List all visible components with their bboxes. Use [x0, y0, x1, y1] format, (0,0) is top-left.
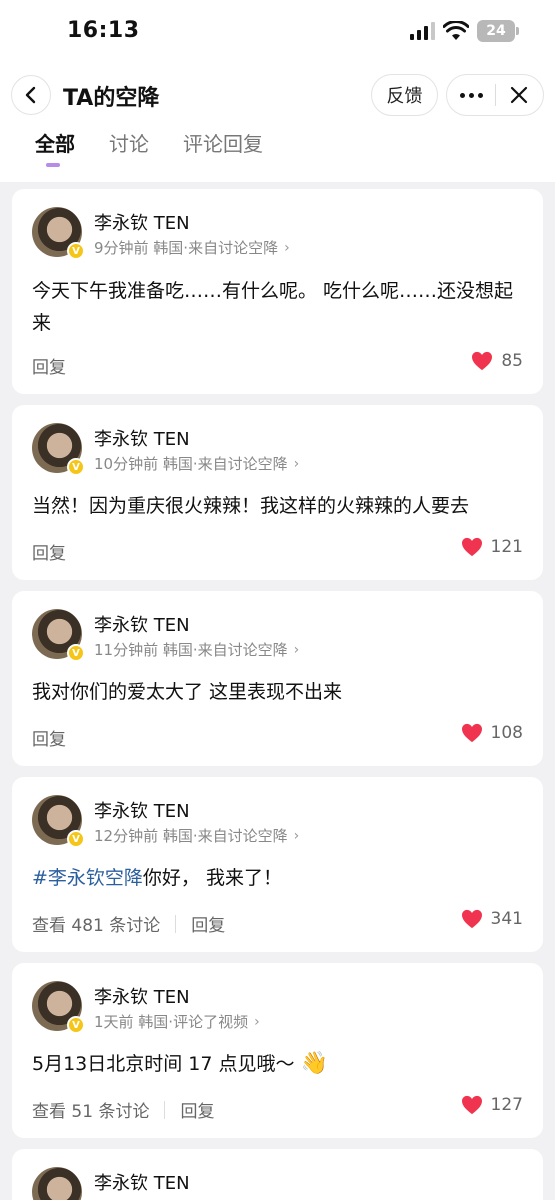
reply-button[interactable]: 回复: [180, 1097, 214, 1122]
top-bar: 16:13 24 TA的空降 反馈 全部 讨论 评论回复: [0, 0, 555, 182]
more-dots-icon[interactable]: [447, 75, 495, 115]
post-actions: 回复: [32, 725, 66, 750]
verified-badge-icon: V: [67, 644, 85, 662]
back-button[interactable]: [11, 75, 51, 115]
post-card: V 李永钦 TEN 1天前 韩国·评论了视频 › 5月13日北京时间 17 点见哦…: [12, 963, 543, 1138]
post-card: V 李永钦 TEN 10分钟前 韩国·来自讨论空降 › 当然！因为重庆很火辣辣！我…: [12, 405, 543, 580]
post-content: #李永钦空降你好， 我来了！: [32, 862, 527, 894]
close-icon: [511, 86, 528, 104]
like-button[interactable]: 127: [461, 1095, 523, 1115]
verified-badge-icon: V: [67, 1016, 85, 1034]
avatar[interactable]: V: [32, 207, 85, 260]
heart-icon: [472, 351, 493, 371]
post-meta-text: 1天前 韩国·评论了视频: [94, 1013, 249, 1031]
like-count: 85: [501, 351, 523, 371]
post-content-text: 5月13日北京时间 17 点见哦～: [32, 1053, 295, 1075]
topic-link[interactable]: #李永钦空降: [32, 867, 143, 889]
like-button[interactable]: 85: [471, 351, 523, 371]
username[interactable]: 李永钦 TEN: [94, 797, 190, 823]
like-button[interactable]: 121: [461, 537, 523, 557]
action-divider: [164, 1100, 166, 1119]
post-meta-text: 9分钟前 韩国·来自讨论空降: [94, 239, 279, 257]
post-content: 5月13日北京时间 17 点见哦～ 👋: [32, 1048, 527, 1080]
post-card: 李永钦 TEN: [12, 1149, 543, 1200]
chevron-right-icon: ›: [284, 239, 290, 256]
tab-discussion[interactable]: 讨论: [109, 128, 149, 170]
verified-badge-icon: V: [67, 458, 85, 476]
verified-badge-icon: V: [67, 242, 85, 260]
post-meta[interactable]: 11分钟前 韩国·来自讨论空降 ›: [94, 639, 299, 660]
mini-program-capsule: [446, 74, 544, 116]
verified-badge-icon: V: [67, 830, 85, 848]
heart-icon: [461, 1095, 482, 1115]
like-button[interactable]: 108: [461, 723, 523, 743]
tab-bar: 全部 讨论 评论回复: [35, 128, 297, 170]
post-meta-text: 10分钟前 韩国·来自讨论空降: [94, 455, 288, 473]
post-content: 当然！因为重庆很火辣辣！我这样的火辣辣的人要去: [32, 495, 470, 517]
username[interactable]: 李永钦 TEN: [94, 425, 190, 451]
tab-all[interactable]: 全部: [35, 128, 75, 170]
post-content: 今天下午我准备吃……有什么呢。 吃什么呢……还没想起来: [32, 280, 514, 334]
action-divider: [175, 914, 177, 933]
avatar[interactable]: V: [32, 609, 85, 662]
status-time: 16:13: [67, 18, 140, 43]
heart-icon: [461, 537, 482, 557]
like-button[interactable]: 341: [461, 909, 523, 929]
like-count: 127: [490, 1095, 523, 1115]
username[interactable]: 李永钦 TEN: [94, 1169, 190, 1195]
status-icons: 24: [410, 20, 519, 42]
heart-icon: [461, 723, 482, 743]
username[interactable]: 李永钦 TEN: [94, 209, 190, 235]
reply-button[interactable]: 回复: [32, 539, 66, 564]
post-meta[interactable]: 10分钟前 韩国·来自讨论空降 ›: [94, 453, 299, 474]
post-actions: 查看 481 条讨论 回复: [32, 911, 225, 936]
view-discussions-link[interactable]: 查看 51 条讨论: [32, 1097, 149, 1122]
avatar[interactable]: V: [32, 423, 85, 476]
post-meta[interactable]: 1天前 韩国·评论了视频 ›: [94, 1011, 260, 1032]
post-card: V 李永钦 TEN 9分钟前 韩国·来自讨论空降 › 今天下午我准备吃……有什么呢…: [12, 189, 543, 394]
post-actions: 查看 51 条讨论 回复: [32, 1097, 214, 1122]
tab-all-label: 全部: [35, 132, 75, 156]
tab-comment-replies-label: 评论回复: [183, 132, 263, 156]
avatar[interactable]: V: [32, 981, 85, 1034]
signal-icon: [410, 22, 435, 40]
like-count: 341: [490, 909, 523, 929]
post-actions: 回复: [32, 539, 66, 564]
page-title: TA的空降: [63, 86, 160, 111]
chevron-right-icon: ›: [293, 827, 300, 844]
reply-button[interactable]: 回复: [191, 911, 225, 936]
waving-hand-emoji: 👋: [300, 1051, 328, 1076]
chevron-left-icon: [25, 86, 36, 104]
username[interactable]: 李永钦 TEN: [94, 983, 190, 1009]
avatar[interactable]: [32, 1167, 82, 1200]
post-card: V 李永钦 TEN 12分钟前 韩国·来自讨论空降 › #李永钦空降你好， 我来了…: [12, 777, 543, 952]
wifi-icon: [443, 21, 469, 40]
post-actions: 回复: [32, 353, 66, 378]
tab-discussion-label: 讨论: [109, 132, 149, 156]
reply-button[interactable]: 回复: [32, 725, 66, 750]
tab-comment-replies[interactable]: 评论回复: [183, 128, 263, 170]
post-content-text: 你好， 我来了！: [142, 867, 282, 889]
feedback-button[interactable]: 反馈: [371, 74, 438, 116]
post-content: 我对你们的爱太大了 这里表现不出来: [32, 681, 343, 703]
avatar[interactable]: V: [32, 795, 85, 848]
post-meta[interactable]: 9分钟前 韩国·来自讨论空降 ›: [94, 237, 290, 258]
like-count: 121: [490, 537, 523, 557]
reply-button[interactable]: 回复: [32, 353, 66, 378]
tab-indicator: [46, 163, 60, 167]
chevron-right-icon: ›: [254, 1013, 260, 1030]
battery-icon: 24: [477, 20, 519, 42]
post-card: V 李永钦 TEN 11分钟前 韩国·来自讨论空降 › 我对你们的爱太大了 这里表…: [12, 591, 543, 766]
chevron-right-icon: ›: [293, 455, 300, 472]
like-count: 108: [490, 723, 523, 743]
post-meta-text: 12分钟前 韩国·来自讨论空降: [94, 827, 288, 845]
post-meta[interactable]: 12分钟前 韩国·来自讨论空降 ›: [94, 825, 299, 846]
chevron-right-icon: ›: [293, 641, 300, 658]
username[interactable]: 李永钦 TEN: [94, 611, 190, 637]
view-discussions-link[interactable]: 查看 481 条讨论: [32, 911, 160, 936]
close-button[interactable]: [496, 75, 543, 115]
heart-icon: [461, 909, 482, 929]
post-meta-text: 11分钟前 韩国·来自讨论空降: [94, 641, 288, 659]
